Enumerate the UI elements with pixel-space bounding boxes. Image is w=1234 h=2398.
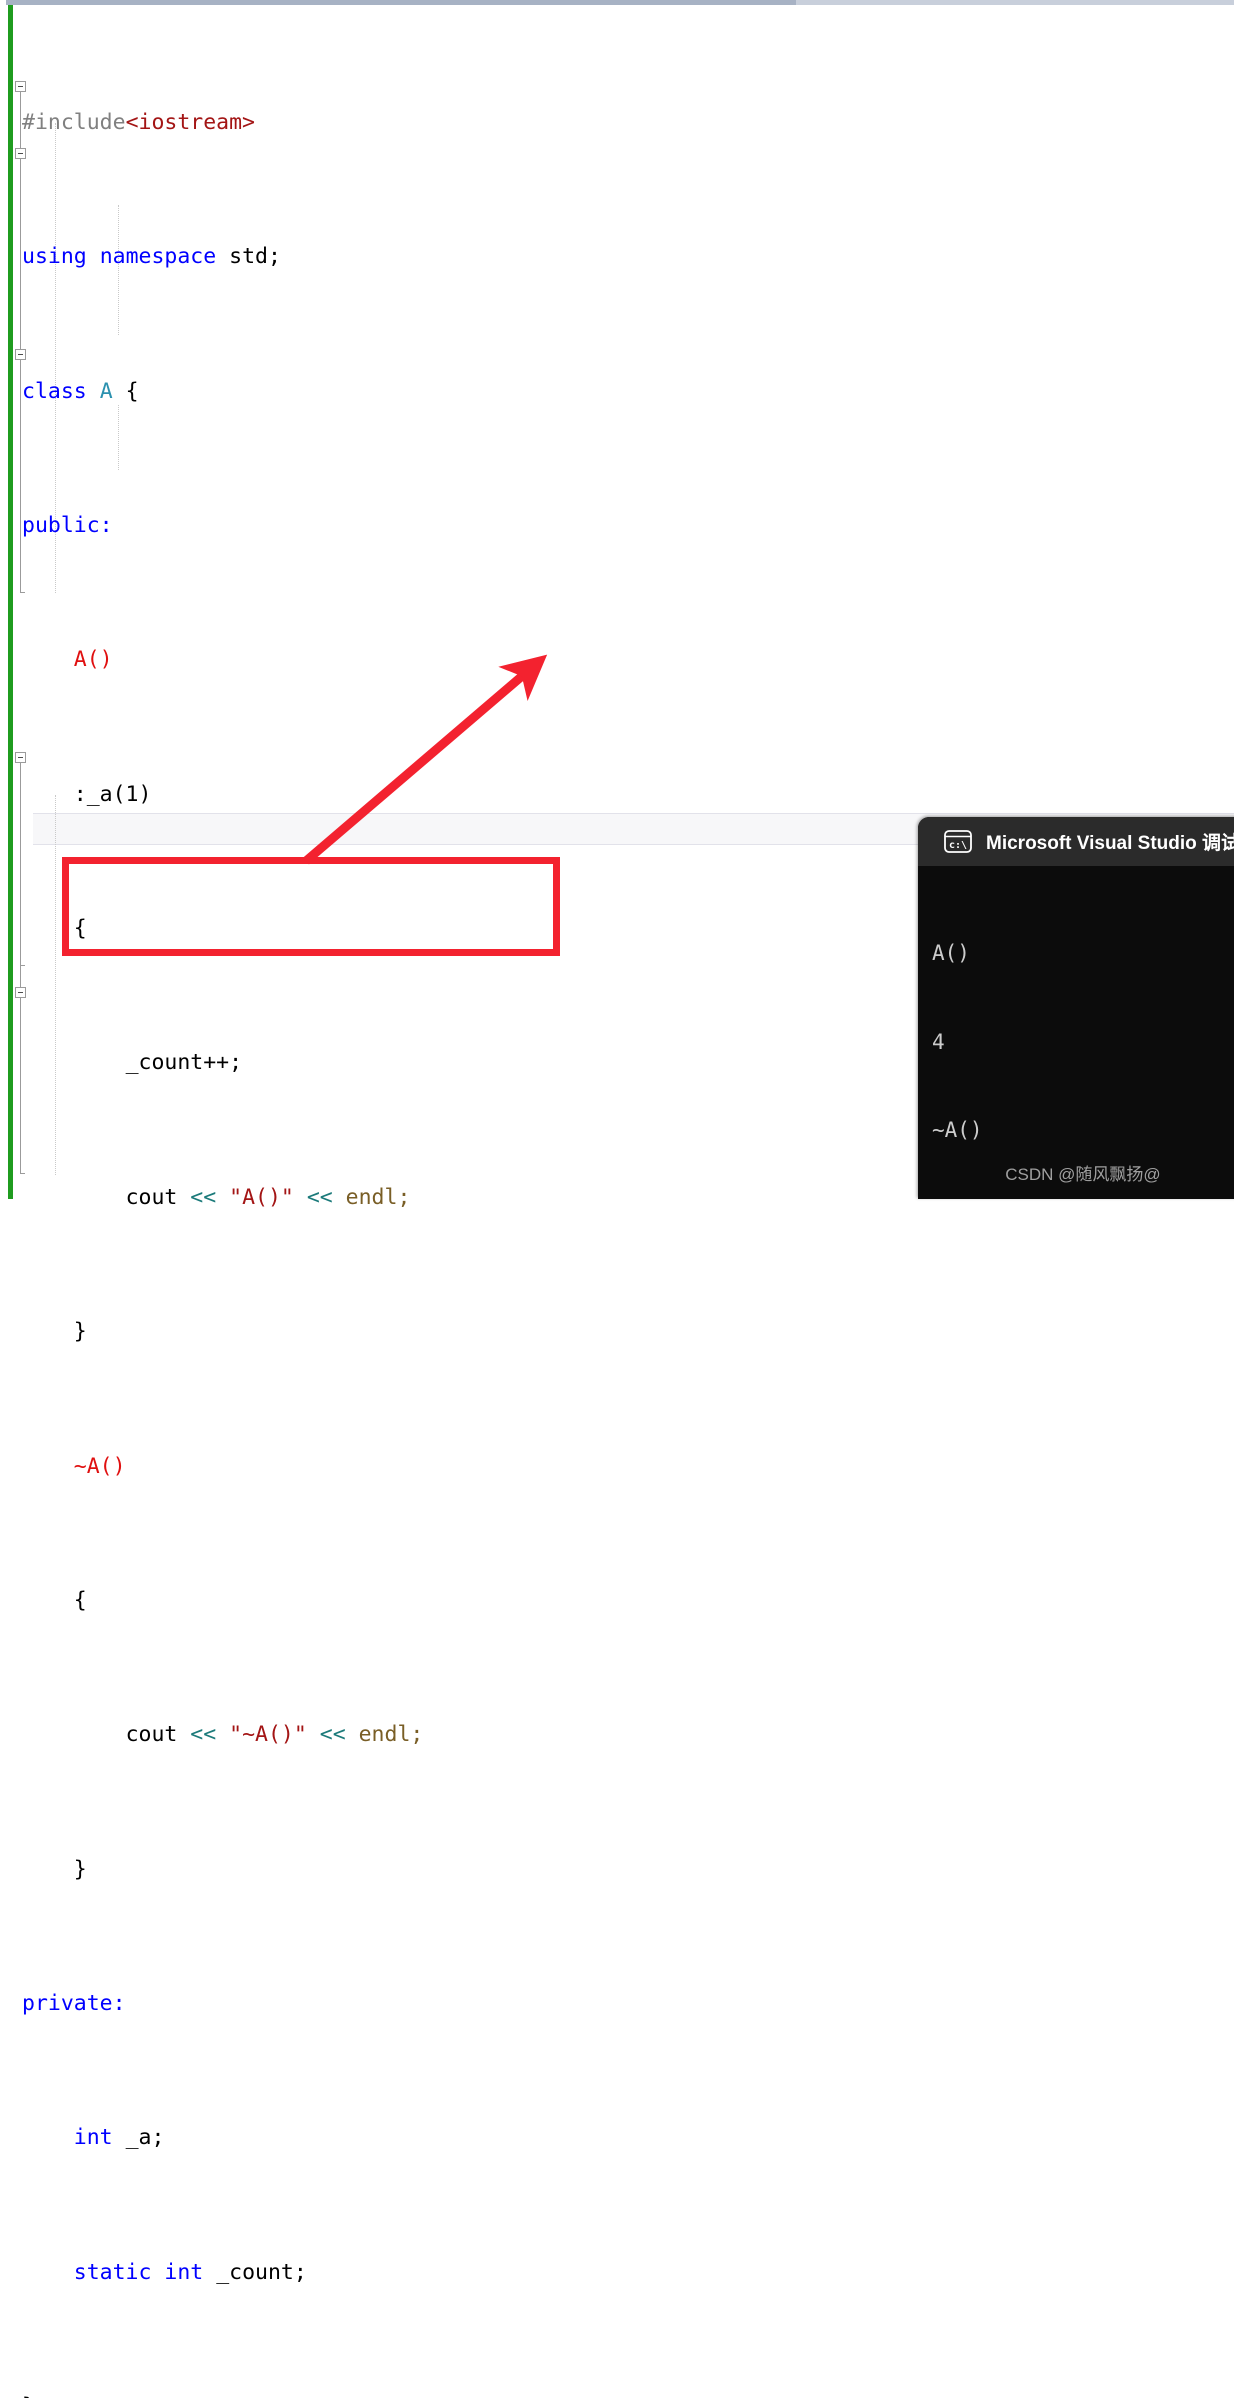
code-line: } <box>22 1315 1232 1349</box>
console-title-bar[interactable]: c:\ Microsoft Visual Studio 调试控 <box>918 817 1234 866</box>
token-string-a: "A()" <box>229 1184 294 1210</box>
console-output-line: A() <box>932 941 970 965</box>
token-destructor: ~A() <box>73 1453 126 1479</box>
token-endl: endl; <box>345 1184 411 1210</box>
token-string-dtor-a: "~A()" <box>229 1722 307 1748</box>
code-line: ~A() <box>22 1450 1232 1484</box>
token-shift-operator: << <box>190 1722 217 1748</box>
token-brace-open: { <box>73 1587 87 1613</box>
code-line: class A { <box>22 375 1232 409</box>
code-line: static int _count; <box>22 2256 1232 2290</box>
code-text-block[interactable]: #include<iostream> using namespace std; … <box>22 5 1232 2398</box>
console-output-line: 4 <box>932 1029 945 1054</box>
console-title-text: Microsoft Visual Studio 调试控 <box>986 833 1234 854</box>
csdn-watermark: CSDN @随风飘扬@ <box>1005 1165 1161 1184</box>
code-line: private: <box>22 1987 1232 2021</box>
token-namespace: namespace <box>99 244 217 270</box>
console-output-line: ~A() <box>932 1118 983 1142</box>
token-brace-close: } <box>73 1856 87 1882</box>
code-line: int _a; <box>22 2121 1232 2155</box>
token-preprocessor: #include <box>22 109 126 135</box>
token-count-increment: _count++; <box>125 1050 243 1076</box>
token-shift-operator: << <box>306 1184 333 1210</box>
fold-region-line-main <box>20 763 21 1173</box>
token-brace-close: } <box>73 1319 87 1345</box>
token-member-a: _a; <box>125 2125 165 2151</box>
code-line: } <box>22 1853 1232 1887</box>
token-class-name: A <box>99 378 113 404</box>
token-brace-open: { <box>125 378 139 404</box>
console-terminal-icon: c:\ <box>944 830 972 853</box>
token-endl: endl; <box>358 1722 424 1748</box>
code-line: }; <box>22 2390 1232 2398</box>
fold-region-line-class <box>20 92 21 592</box>
token-member-count: _count; <box>216 2259 307 2285</box>
arrow-shaft <box>303 654 548 865</box>
token-cout: cout <box>125 1184 178 1210</box>
token-public-label: public: <box>22 512 113 538</box>
token-shift-operator: << <box>190 1184 217 1210</box>
code-line: cout << "~A()" << endl; <box>22 1718 1232 1752</box>
debug-console-window[interactable]: c:\ Microsoft Visual Studio 调试控 A() 4 ~A… <box>918 817 1234 1199</box>
token-class-end: }; <box>22 2394 48 2398</box>
code-line: A() <box>22 643 1232 677</box>
code-line: using namespace std; <box>22 240 1232 274</box>
token-cout: cout <box>125 1722 178 1748</box>
code-line: :_a(1) <box>22 778 1232 812</box>
token-include-target: <iostream> <box>125 109 256 135</box>
console-output-area: A() 4 ~A() C:\Users\LENOVO\Deskto omewor… <box>918 866 1234 1199</box>
token-init-list: :_a(1) <box>73 781 152 807</box>
token-static-keyword: static <box>73 2259 152 2285</box>
code-line: #include<iostream> <box>22 106 1232 140</box>
token-std: std; <box>229 244 281 270</box>
token-private-label: private: <box>22 1991 126 2017</box>
token-int-keyword: int <box>73 2125 113 2151</box>
code-line: public: <box>22 509 1232 543</box>
token-using: using <box>22 244 87 270</box>
token-int-keyword: int <box>164 2259 204 2285</box>
code-line: { <box>22 1584 1232 1618</box>
svg-text:c:\: c:\ <box>949 840 967 851</box>
token-shift-operator: << <box>319 1722 346 1748</box>
token-constructor: A() <box>73 647 113 673</box>
token-class-keyword: class <box>22 378 87 404</box>
red-arrow-annotation <box>303 654 548 865</box>
